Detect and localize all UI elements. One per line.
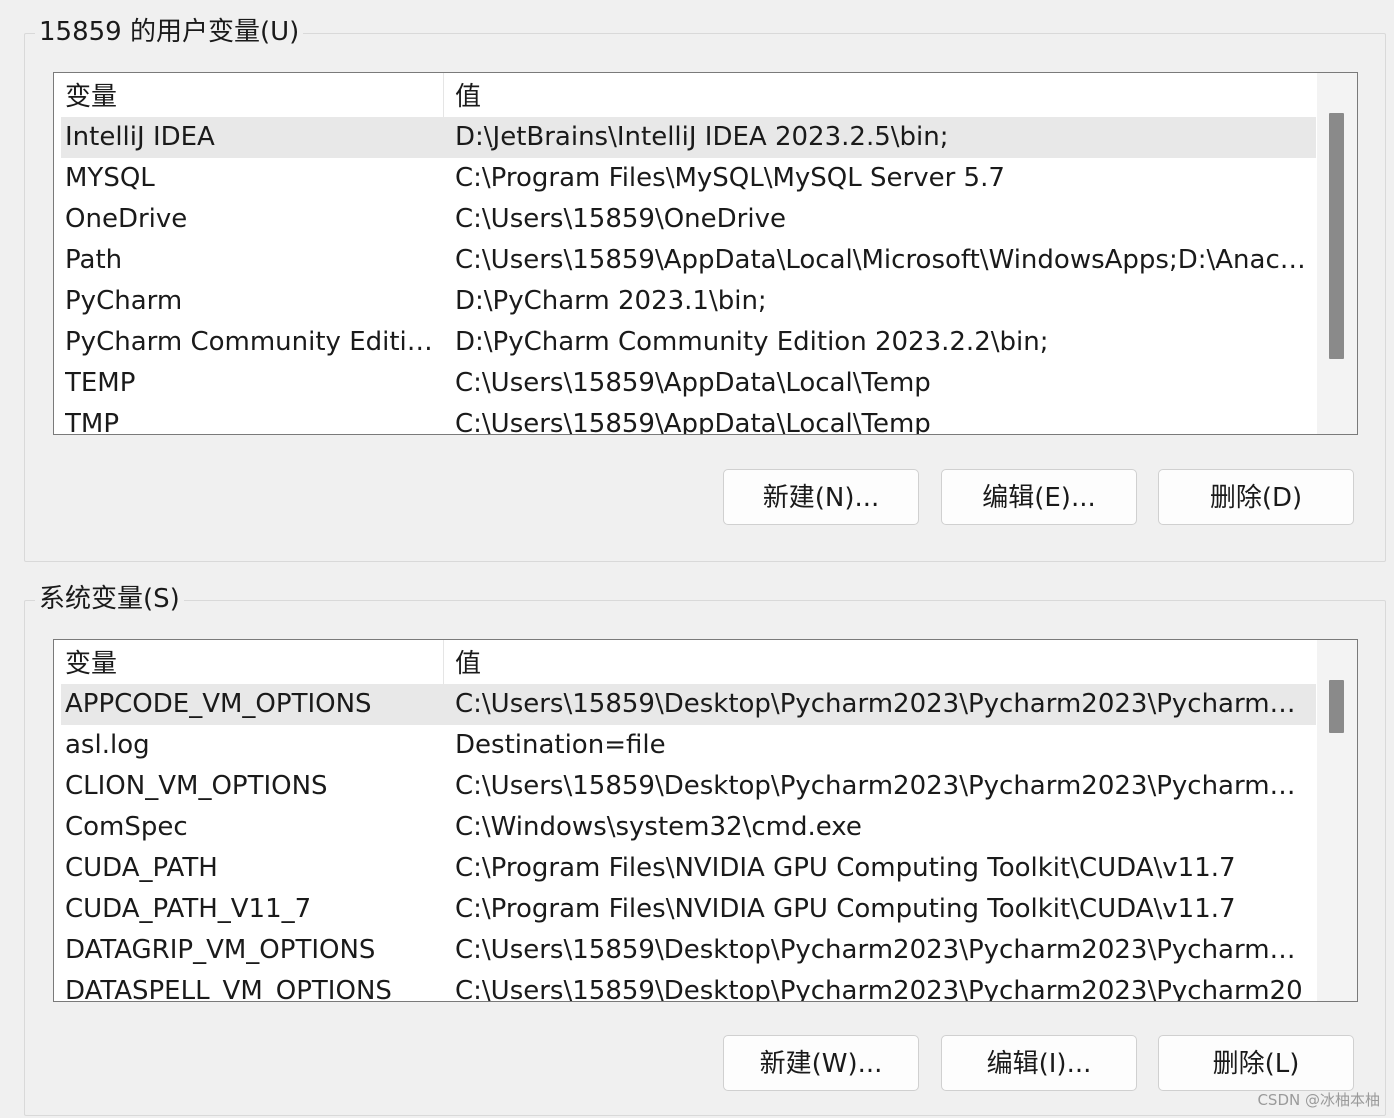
table-row[interactable]: APPCODE_VM_OPTIONS C:\Users\15859\Deskto… — [61, 684, 1316, 725]
variable-value: C:\Users\15859\Desktop\Pycharm2023\Pycha… — [455, 976, 1303, 1002]
table-row[interactable]: MYSQL C:\Program Files\MySQL\MySQL Serve… — [61, 158, 1316, 199]
table-row[interactable]: TEMP C:\Users\15859\AppData\Local\Temp — [61, 363, 1316, 404]
column-header-value[interactable]: 值 — [444, 73, 1316, 117]
variable-name: MYSQL — [65, 163, 155, 193]
variable-value: D:\JetBrains\IntelliJ IDEA 2023.2.5\bin; — [455, 122, 949, 152]
column-header-variable[interactable]: 变量 — [54, 73, 444, 117]
column-header-value[interactable]: 值 — [444, 640, 1316, 684]
vertical-scrollbar[interactable] — [1317, 73, 1357, 434]
edit-system-variable-button[interactable]: 编辑(I)... — [941, 1035, 1137, 1091]
system-variables-title: 系统变量(S) — [35, 581, 184, 617]
scrollbar-thumb[interactable] — [1329, 113, 1344, 359]
user-variables-rows: IntelliJ IDEA D:\JetBrains\IntelliJ IDEA… — [61, 117, 1316, 435]
delete-system-variable-button[interactable]: 删除(L) — [1158, 1035, 1354, 1091]
variable-name: IntelliJ IDEA — [65, 122, 215, 152]
user-variables-title: 15859 的用户变量(U) — [35, 14, 304, 50]
new-user-variable-button[interactable]: 新建(N)... — [723, 469, 919, 525]
variable-name: ComSpec — [65, 812, 188, 842]
watermark: CSDN @冰柚本柚 — [1257, 1091, 1380, 1109]
edit-user-variable-button[interactable]: 编辑(E)... — [941, 469, 1137, 525]
table-row[interactable]: CUDA_PATH_V11_7 C:\Program Files\NVIDIA … — [61, 889, 1316, 930]
variable-value: C:\Users\15859\AppData\Local\Temp — [455, 409, 931, 435]
variable-name: CLION_VM_OPTIONS — [65, 771, 328, 801]
variable-value: D:\PyCharm Community Edition 2023.2.2\bi… — [455, 327, 1049, 357]
variable-value: C:\Program Files\NVIDIA GPU Computing To… — [455, 853, 1236, 883]
table-row[interactable]: ComSpec C:\Windows\system32\cmd.exe — [61, 807, 1316, 848]
list-header: 变量 值 — [54, 73, 1316, 117]
system-variables-group: 系统变量(S) 变量 值 APPCODE_VM_OPTIONS C:\Users… — [24, 581, 1386, 1116]
table-row[interactable]: CLION_VM_OPTIONS C:\Users\15859\Desktop\… — [61, 766, 1316, 807]
variable-name: CUDA_PATH_V11_7 — [65, 894, 312, 924]
new-system-variable-button[interactable]: 新建(W)... — [723, 1035, 919, 1091]
system-variables-rows: APPCODE_VM_OPTIONS C:\Users\15859\Deskto… — [61, 684, 1316, 1002]
variable-value: Destination=file — [455, 730, 666, 760]
variable-name: OneDrive — [65, 204, 188, 234]
column-header-variable[interactable]: 变量 — [54, 640, 444, 684]
variable-value: C:\Windows\system32\cmd.exe — [455, 812, 862, 842]
table-row[interactable]: PyCharm D:\PyCharm 2023.1\bin; — [61, 281, 1316, 322]
variable-name: asl.log — [65, 730, 150, 760]
table-row[interactable]: TMP C:\Users\15859\AppData\Local\Temp — [61, 404, 1316, 435]
scrollbar-thumb[interactable] — [1329, 680, 1344, 733]
delete-user-variable-button[interactable]: 删除(D) — [1158, 469, 1354, 525]
table-row[interactable]: DATASPELL_VM_OPTIONS C:\Users\15859\Desk… — [61, 971, 1316, 1002]
table-row[interactable]: Path C:\Users\15859\AppData\Local\Micros… — [61, 240, 1316, 281]
vertical-scrollbar[interactable] — [1317, 640, 1357, 1001]
variable-name: APPCODE_VM_OPTIONS — [65, 689, 372, 719]
user-variables-list[interactable]: 变量 值 IntelliJ IDEA D:\JetBrains\IntelliJ… — [53, 72, 1358, 435]
table-row[interactable]: DATAGRIP_VM_OPTIONS C:\Users\15859\Deskt… — [61, 930, 1316, 971]
variable-name: DATASPELL_VM_OPTIONS — [65, 976, 392, 1002]
table-row[interactable]: CUDA_PATH C:\Program Files\NVIDIA GPU Co… — [61, 848, 1316, 889]
variable-value: C:\Users\15859\Desktop\Pycharm2023\Pycha… — [455, 771, 1310, 801]
variable-value: D:\PyCharm 2023.1\bin; — [455, 286, 767, 316]
variable-value: C:\Program Files\NVIDIA GPU Computing To… — [455, 894, 1236, 924]
table-row[interactable]: asl.log Destination=file — [61, 725, 1316, 766]
variable-name: PyCharm — [65, 286, 183, 316]
variable-value: C:\Users\15859\Desktop\Pycharm2023\Pycha… — [455, 689, 1310, 719]
variable-name: Path — [65, 245, 123, 275]
variable-value: C:\Users\15859\AppData\Local\Temp — [455, 368, 931, 398]
variable-name: DATAGRIP_VM_OPTIONS — [65, 935, 376, 965]
table-row[interactable]: PyCharm Community Edition D:\PyCharm Com… — [61, 322, 1316, 363]
table-row[interactable]: IntelliJ IDEA D:\JetBrains\IntelliJ IDEA… — [61, 117, 1316, 158]
variable-name: TEMP — [65, 368, 136, 398]
variable-value: C:\Users\15859\AppData\Local\Microsoft\W… — [455, 245, 1310, 275]
variable-value: C:\Users\15859\OneDrive — [455, 204, 786, 234]
variable-name: TMP — [65, 409, 119, 435]
user-variables-group: 15859 的用户变量(U) 变量 值 IntelliJ IDEA D:\Jet… — [24, 14, 1386, 562]
variable-name: CUDA_PATH — [65, 853, 218, 883]
variable-name: PyCharm Community Edition — [65, 327, 439, 357]
variable-value: C:\Program Files\MySQL\MySQL Server 5.7 — [455, 163, 1005, 193]
table-row[interactable]: OneDrive C:\Users\15859\OneDrive — [61, 199, 1316, 240]
variable-value: C:\Users\15859\Desktop\Pycharm2023\Pycha… — [455, 935, 1310, 965]
system-variables-list[interactable]: 变量 值 APPCODE_VM_OPTIONS C:\Users\15859\D… — [53, 639, 1358, 1002]
list-header: 变量 值 — [54, 640, 1316, 684]
